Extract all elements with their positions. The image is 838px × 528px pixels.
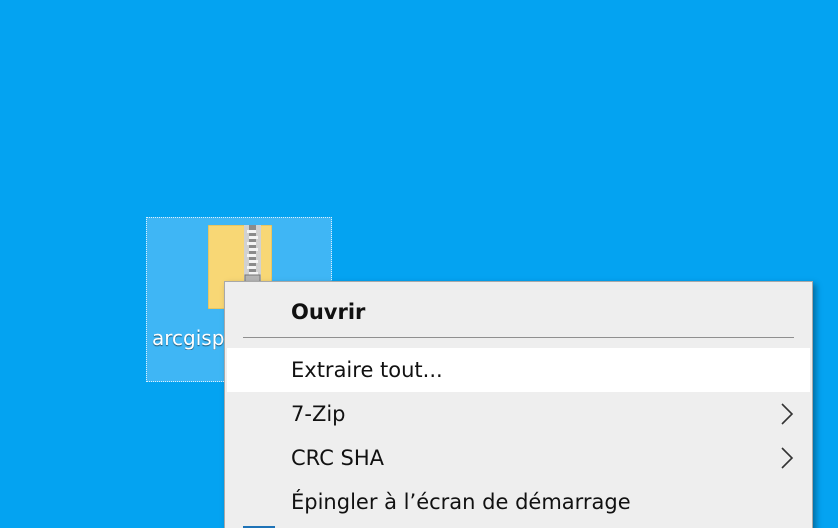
chevron-right-icon [781,447,794,469]
menu-item-7zip[interactable]: 7-Zip [227,392,810,436]
menu-item-pin-to-start[interactable]: Épingler à l’écran de démarrage [227,480,810,524]
chevron-right-icon [781,403,794,425]
desktop-background[interactable]: arcgisp Ouvrir Extraire tout... 7-Zip CR… [0,0,838,528]
menu-item-open[interactable]: Ouvrir [227,290,810,334]
menu-item-label: Extraire tout... [291,358,443,382]
menu-item-label: CRC SHA [291,446,385,470]
menu-item-label: 7-Zip [291,402,346,426]
context-menu[interactable]: Ouvrir Extraire tout... 7-Zip CRC SHA Ép… [224,281,813,528]
menu-item-label: Ouvrir [291,300,366,324]
menu-separator [243,337,794,338]
menu-item-label: Épingler à l’écran de démarrage [291,490,631,514]
menu-item-crc-sha[interactable]: CRC SHA [227,436,810,480]
menu-item-extract-all[interactable]: Extraire tout... [227,348,810,392]
